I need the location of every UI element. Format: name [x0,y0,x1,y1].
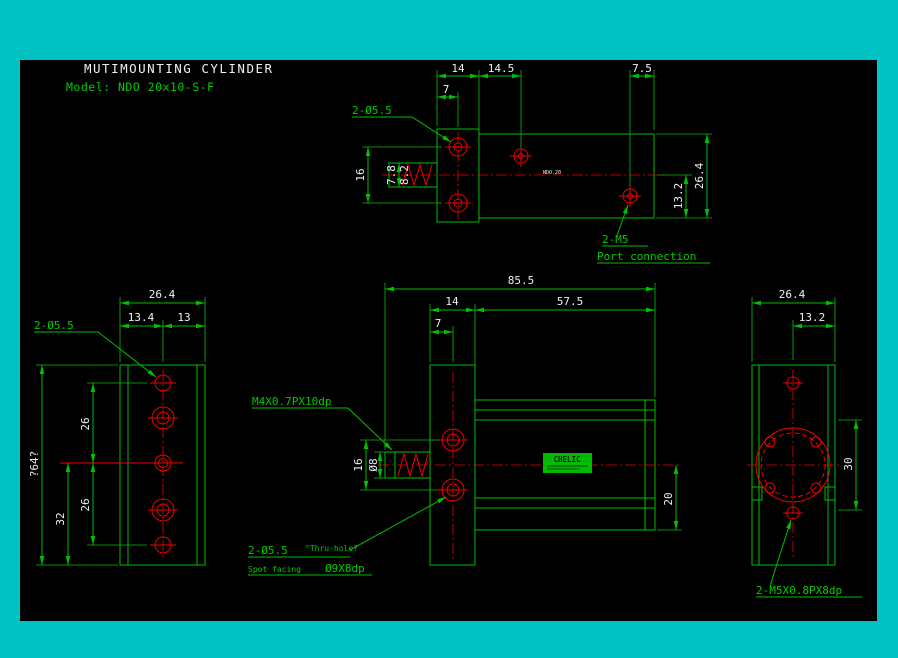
dim-14: 14 [445,295,459,308]
drawing-model: Model: NDO 20x10-S-F [66,80,214,94]
dim-13-4: 13.4 [128,311,155,324]
dim-13-2: 13.2 [799,311,826,324]
dim-14-5: 14.5 [488,62,515,75]
dim-13: 13 [177,311,190,324]
label-thru-holes-note: °Thru-hole? [305,544,358,553]
dim-8-2: 8.2 [398,165,411,185]
dim-26-4: 26.4 [779,288,806,301]
dim-7-8: 7.8 [385,165,398,185]
dim-13-2: 13.2 [672,183,685,210]
dim-7: 7 [435,317,442,330]
drawing-title: MUTIMOUNTING CYLINDER [84,61,274,76]
label-port: 2-M5 [602,233,629,246]
body-marking: NDO.20 [543,170,561,176]
cad-drawing: MUTIMOUNTING CYLINDER Model: NDO 20x10-S… [0,0,898,658]
dim-64: ?64? [28,451,41,478]
dim-26-4: 26.4 [149,288,176,301]
dim-7: 7 [443,83,450,96]
dim-dia8: Ø8 [367,458,380,471]
label-holes-top-view: 2-Ø5.5 [352,104,392,117]
label-tap: 2-M5X0.8PX8dp [756,584,842,597]
drawing-canvas [20,60,877,621]
dim-30: 30 [842,457,855,470]
dim-7-5: 7.5 [632,62,652,75]
label-spot-facing: Spot facing [248,565,301,574]
dim-26-bottom: 26 [79,498,92,511]
label-thru-holes: 2-Ø5.5 [248,544,288,557]
dim-16: 16 [352,458,365,471]
brand-sticker-text: CHELIC [553,455,580,464]
dim-26-top: 26 [79,417,92,430]
dim-32: 32 [54,512,67,525]
dim-14: 14 [451,62,465,75]
label-spot-size: Ø9X8dp [325,562,365,575]
dim-85-5: 85.5 [508,274,535,287]
dim-26-4: 26.4 [693,162,706,189]
dim-16: 16 [354,168,367,181]
label-holes-left-view: 2-Ø5.5 [34,319,74,332]
dim-57-5: 57.5 [557,295,584,308]
dim-20: 20 [662,492,675,505]
label-port-sub: Port connection [597,250,696,263]
label-thread: M4X0.7PX10dp [252,395,331,408]
